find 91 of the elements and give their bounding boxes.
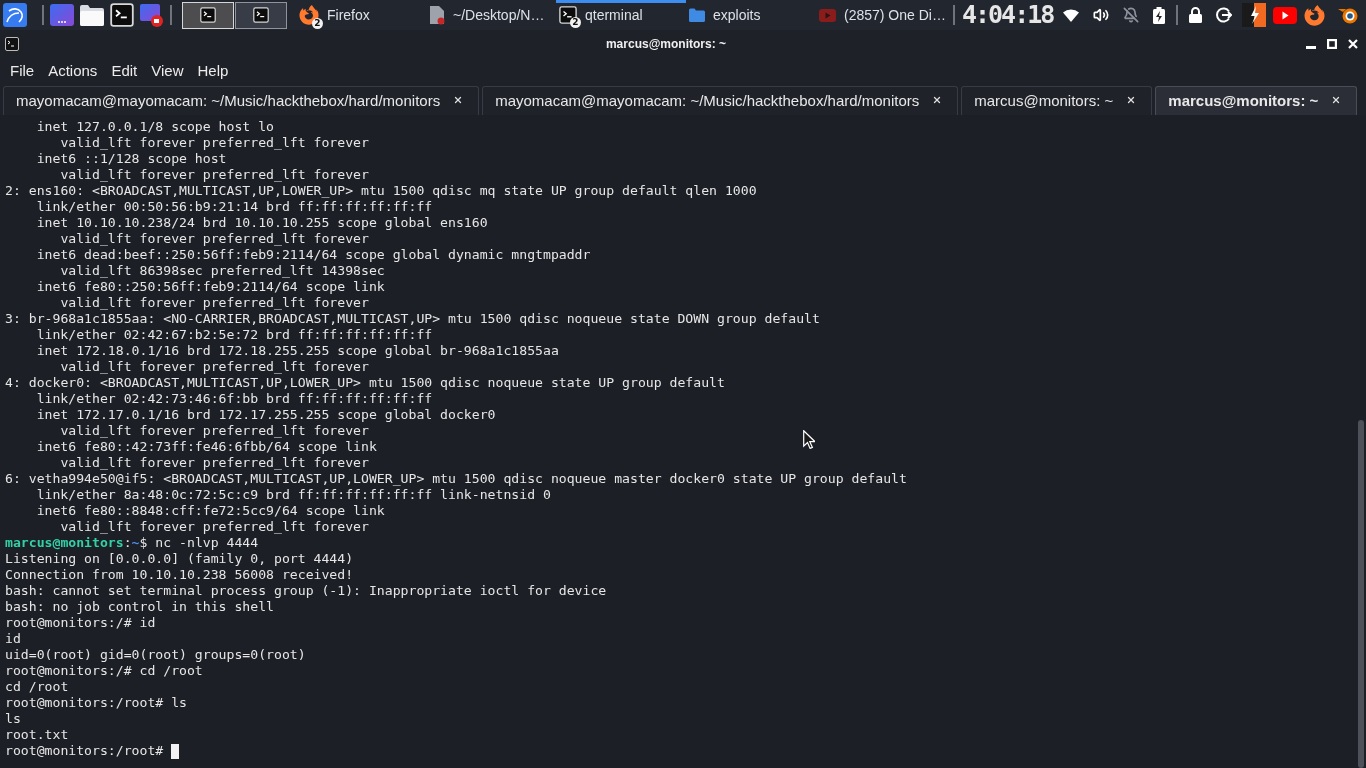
menu-item[interactable]: Edit [111,61,138,79]
maximize-button[interactable] [1326,38,1338,50]
logout-icon[interactable] [1216,7,1233,23]
terminal-icon [253,7,269,23]
terminal-line: 3: br-968a1c1855aa: <NO-CARRIER,BROADCAST,MULTICAST,UP> mtu 1500 qdisc noqueue state DOWN group default [5,311,820,327]
terminal-line: inet6 fe80::8848:cff:fe72:5cc9/64 scope link [36,503,385,519]
terminal-tab[interactable]: marcus@monitors: ~ [1155,86,1358,115]
terminal-line: link/ether 02:42:67:b2:5e:72 brd ff:ff:ff:ff:ff:ff [36,327,433,343]
terminal-line: bash: cannot set terminal process group (-1): Inappropriate ioctl for device [5,583,607,599]
terminal-line: inet 172.17.0.1/16 brd 172.17.255.255 scope global docker0 [36,407,496,423]
task-button[interactable]: ~/Desktop/N… [426,0,556,30]
terminal-line: Listening on [0.0.0.0] (family 0, port 4444) [5,551,354,567]
wifi-icon[interactable] [1063,8,1080,22]
volume-icon[interactable] [1093,7,1110,23]
terminal-line: valid_lft forever preferred_lft forever [60,135,369,151]
terminal-line: bash: no job control in this shell [5,599,274,615]
terminal-line: ls [5,711,21,727]
menu-item[interactable]: Actions [48,61,98,79]
terminal-line: root@monitors:/# id [5,615,156,631]
terminal-line: 2: ens160: <BROADCAST,MULTICAST,UP,LOWER_UP> mtu 1500 qdisc mq state UP group default qlen 1000 [5,183,757,199]
task-button[interactable]: exploits [686,0,816,30]
terminal-line: root.txt [5,727,69,743]
close-icon[interactable] [932,95,943,105]
terminal-line: valid_lft forever preferred_lft forever [60,423,369,439]
terminal-line: root@monitors:/root# ls [5,695,187,711]
folder-icon [689,8,705,22]
battery-icon[interactable] [1153,6,1166,24]
count-badge: 2 [312,18,323,29]
terminal-line: valid_lft forever preferred_lft forever [60,231,369,247]
terminal-line: inet6 fe80::42:73ff:fe46:6fbb/64 scope link [36,439,377,455]
close-button[interactable] [1347,38,1359,50]
terminal-icon [559,6,577,24]
terminal-line: 6: vetha994e50@if5: <BROADCAST,MULTICAST,UP,LOWER_UP> mtu 1500 qdisc noqueue master docker0 state UP group default [5,471,907,487]
terminal-line: uid=0(root) gid=0(root) groups=0(root) [5,647,306,663]
terminal-line: valid_lft forever preferred_lft forever [60,519,369,535]
terminal-line: inet 127.0.0.1/8 scope host lo [36,119,274,135]
terminal-line: link/ether 8a:48:0c:72:5c:c9 brd ff:ff:ff:ff:ff:ff link-netnsid 0 [36,487,551,503]
terminal-line: inet 10.10.10.238/24 brd 10.10.10.255 scope global ens160 [36,215,488,231]
close-icon[interactable] [1126,95,1137,105]
mouse-pointer-icon [803,430,815,449]
terminal-line: link/ether 00:50:56:b9:21:14 brd ff:ff:ff:ff:ff:ff [36,199,433,215]
terminal-line: 4: docker0: <BROADCAST,MULTICAST,UP,LOWER_UP> mtu 1500 qdisc noqueue state UP group default [5,375,725,391]
bolt-tile-icon[interactable] [1242,3,1267,27]
terminal-line: id [5,631,21,647]
terminal-line: marcus@monitors:~$ nc -nlvp 4444 [5,535,259,551]
terminal-icon [200,7,216,23]
terminal-line: Connection from 10.10.10.238 56008 received! [5,567,354,583]
scrollbar-thumb[interactable] [1358,420,1364,768]
count-badge: 2 [570,17,581,28]
lock-icon[interactable] [1189,7,1203,23]
window-title: marcus@monitors: ~ [605,37,727,51]
task-button[interactable]: 2 Firefox [296,0,426,30]
terminal-icon [5,37,19,51]
task-button[interactable]: (2857) One Di… [816,0,949,30]
terminal-line: valid_lft forever preferred_lft forever [60,455,369,471]
workspace-button[interactable] [235,1,287,29]
terminal-line: inet6 ::1/128 scope host [36,151,227,167]
swirl-logo-icon[interactable] [3,3,27,27]
terminal-line: root@monitors:/root# [5,743,164,759]
terminal-line: link/ether 02:42:73:46:6f:bb brd ff:ff:ff:ff:ff:ff [36,391,433,407]
menu-item[interactable]: View [151,61,184,79]
terminal-line: valid_lft forever preferred_lft forever [60,359,369,375]
terminal-line: inet6 fe80::250:56ff:feb9:2114/64 scope link [36,279,385,295]
terminal-tab[interactable]: marcus@monitors: ~ [961,86,1153,115]
close-icon[interactable] [1331,95,1342,105]
close-icon [1348,39,1358,49]
window-icon[interactable] [50,4,74,26]
terminal-tab[interactable]: mayomacam@mayomacam: ~/Music/hackthebox/hard/monitors [3,86,480,115]
document-icon [429,5,445,25]
fox-globe-icon[interactable] [1304,4,1326,26]
minimize-icon [1306,46,1316,49]
terminal-line: root@monitors:/# cd /root [5,663,203,679]
terminal-icon[interactable] [110,3,134,27]
terminal-line: valid_lft 86398sec preferred_lft 14398sec [60,263,385,279]
bell-muted-icon[interactable] [1123,7,1140,23]
terminal-tab[interactable]: mayomacam@mayomacam: ~/Music/hackthebox/hard/monitors [482,86,959,115]
close-icon[interactable] [453,95,464,105]
terminal-line: valid_lft forever preferred_lft forever [60,295,369,311]
play-button-icon[interactable] [1273,6,1298,24]
monitor-record-icon[interactable] [140,3,164,27]
clock: 4:04:18 [961,1,1054,29]
terminal-line: valid_lft forever preferred_lft forever [60,167,369,183]
fox-globe-icon [299,5,319,25]
terminal-line: cd /root [5,679,69,695]
play-button-icon [819,8,836,22]
folder-icon[interactable] [80,4,104,26]
menu-item[interactable]: Help [197,61,229,79]
terminal-line: inet 172.18.0.1/16 brd 172.18.255.255 scope global br-968a1c1855aa [36,343,559,359]
menu-item[interactable]: File [10,61,35,79]
terminal-line: inet6 dead:beef::250:56ff:feb9:2114/64 scope global dynamic mngtmpaddr [36,247,591,263]
maximize-icon [1327,39,1337,49]
